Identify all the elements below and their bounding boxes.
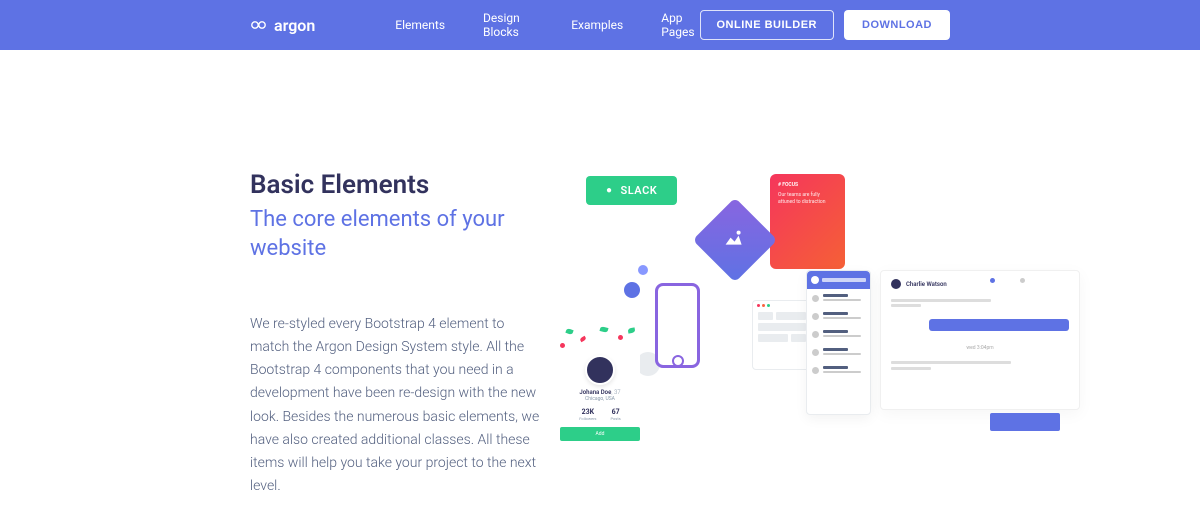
list-item [807, 343, 870, 361]
decorative-circle [638, 265, 648, 275]
avatar [812, 367, 819, 374]
slack-button: SLACK [586, 176, 677, 205]
profile-stats: 23K Followers 67 Posts [560, 408, 640, 421]
page-subtitle: The core elements of your website [250, 206, 540, 263]
avatar [891, 279, 901, 289]
red-card: # FOCUS Our teams are fully attuned to d… [770, 174, 845, 269]
text-column: Basic Elements The core elements of your… [250, 170, 540, 530]
send-button [990, 413, 1060, 431]
avatar [812, 313, 819, 320]
pager-dot [1020, 278, 1025, 283]
nav-links: Elements Design Blocks Examples App Page… [395, 11, 699, 39]
chat-line [891, 361, 1011, 364]
chat-line [891, 299, 991, 302]
decorative-circle [624, 282, 640, 298]
nav-elements[interactable]: Elements [395, 18, 445, 32]
phone-icon [655, 283, 700, 368]
confetti-decoration [560, 325, 640, 355]
profile-card: Johana Doe, 37 Chicago, USA 23K Follower… [560, 325, 640, 441]
profile-name-row: Johana Doe, 37 [560, 389, 640, 396]
browser-mockup [752, 300, 812, 370]
list-header [807, 271, 870, 289]
brand-text: argon [274, 16, 315, 35]
window-controls-icon [753, 301, 811, 309]
list-item [807, 361, 870, 379]
nav-design-blocks[interactable]: Design Blocks [483, 11, 533, 39]
page-description: We re-styled every Bootstrap 4 element t… [250, 313, 540, 498]
profile-age: , 37 [611, 389, 620, 396]
chat-panel: Charlie Watson wed 3:04pm [880, 270, 1080, 410]
list-item [807, 307, 870, 325]
red-card-text: Our teams are fully attuned to distracti… [778, 192, 837, 205]
header-text [822, 278, 866, 282]
download-button[interactable]: DOWNLOAD [844, 10, 950, 40]
nav-actions: ONLINE BUILDER DOWNLOAD [700, 10, 951, 40]
slack-label: SLACK [621, 184, 658, 197]
stat-posts: 67 Posts [611, 408, 621, 421]
avatar [811, 276, 819, 284]
profile-name: Johana Doe [579, 389, 611, 396]
chat-header: Charlie Watson [891, 279, 1069, 289]
chat-message-sent [929, 319, 1069, 331]
illustration: SLACK # FOCUS Our teams are fully attune… [560, 170, 1140, 530]
profile-location: Chicago, USA [560, 396, 640, 402]
avatar [585, 355, 615, 385]
red-card-title: # FOCUS [778, 182, 837, 188]
image-icon [693, 198, 778, 283]
list-item [807, 289, 870, 307]
online-builder-button[interactable]: ONLINE BUILDER [700, 10, 835, 40]
stat-followers: 23K Followers [579, 408, 596, 421]
list-panel [806, 270, 871, 415]
chat-line [891, 304, 921, 307]
add-button: Add [560, 427, 640, 441]
nav-examples[interactable]: Examples [571, 18, 623, 32]
list-item [807, 325, 870, 343]
brand-icon [250, 16, 268, 34]
navbar: argon Elements Design Blocks Examples Ap… [0, 0, 1200, 50]
chat-line [891, 367, 931, 370]
avatar [812, 349, 819, 356]
pager-dot-active [990, 278, 995, 283]
chat-divider: wed 3:04pm [891, 345, 1069, 351]
chat-name: Charlie Watson [906, 281, 947, 288]
avatar [812, 331, 819, 338]
nav-app-pages[interactable]: App Pages [661, 11, 699, 39]
main: Basic Elements The core elements of your… [0, 50, 1200, 530]
avatar [812, 295, 819, 302]
brand[interactable]: argon [250, 16, 315, 35]
page-title: Basic Elements [250, 170, 540, 200]
